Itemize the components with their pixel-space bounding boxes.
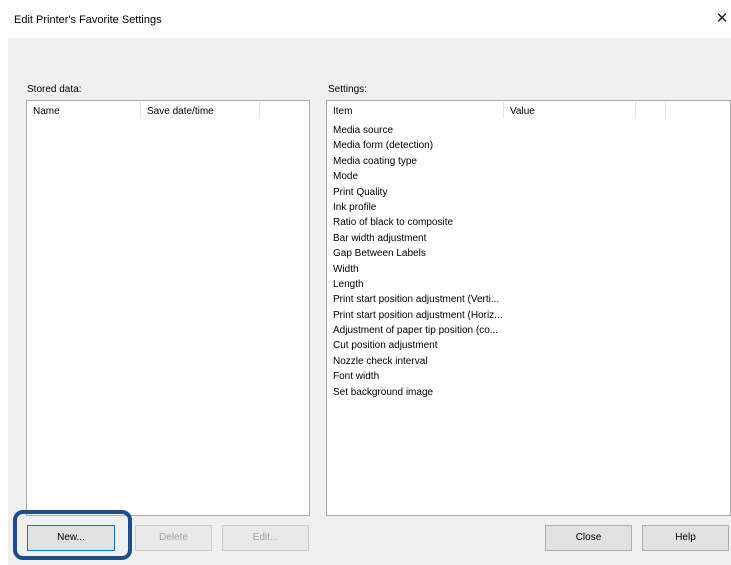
title-bar: Edit Printer's Favorite Settings ✕ xyxy=(0,0,731,38)
list-item[interactable]: Media coating type xyxy=(333,154,503,169)
column-header-save-date[interactable]: Save date/time xyxy=(147,106,214,117)
list-item[interactable]: Media source xyxy=(333,123,503,138)
new-button[interactable]: New... xyxy=(27,525,115,551)
close-button[interactable]: Close xyxy=(545,525,632,551)
close-icon[interactable]: ✕ xyxy=(712,8,731,30)
list-item[interactable]: Print Quality xyxy=(333,185,503,200)
settings-items: Media source Media form (detection) Medi… xyxy=(333,123,503,400)
list-item[interactable]: Print start position adjustment (Verti..… xyxy=(333,292,503,307)
column-header-item[interactable]: Item xyxy=(333,106,352,117)
list-item[interactable]: Font width xyxy=(333,369,503,384)
column-separator xyxy=(140,101,141,118)
list-item[interactable]: Set background image xyxy=(333,385,503,400)
column-separator xyxy=(503,101,504,118)
list-item[interactable]: Adjustment of paper tip position (co... xyxy=(333,323,503,338)
column-header-value[interactable]: Value xyxy=(510,106,535,117)
list-item[interactable]: Ink profile xyxy=(333,200,503,215)
list-item[interactable]: Width xyxy=(333,262,503,277)
list-item[interactable]: Mode xyxy=(333,169,503,184)
delete-button[interactable]: Delete xyxy=(135,525,212,551)
list-item[interactable]: Media form (detection) xyxy=(333,138,503,153)
stored-data-list[interactable]: Name Save date/time xyxy=(26,100,310,516)
list-item[interactable]: Nozzle check interval xyxy=(333,354,503,369)
column-separator xyxy=(665,101,666,118)
list-item[interactable]: Gap Between Labels xyxy=(333,246,503,261)
column-header-name[interactable]: Name xyxy=(33,106,60,117)
settings-list[interactable]: Item Value Media source Media form (dete… xyxy=(326,100,731,516)
list-item[interactable]: Length xyxy=(333,277,503,292)
help-button[interactable]: Help xyxy=(642,525,729,551)
stored-data-label: Stored data: xyxy=(27,84,82,95)
window-title: Edit Printer's Favorite Settings xyxy=(14,14,162,26)
list-item[interactable]: Print start position adjustment (Horiz..… xyxy=(333,308,503,323)
column-separator xyxy=(259,101,260,118)
list-item[interactable]: Ratio of black to composite xyxy=(333,215,503,230)
column-separator xyxy=(635,101,636,118)
edit-button[interactable]: Edit... xyxy=(222,525,309,551)
settings-label: Settings: xyxy=(328,84,367,95)
list-item[interactable]: Bar width adjustment xyxy=(333,231,503,246)
list-item[interactable]: Cut position adjustment xyxy=(333,338,503,353)
